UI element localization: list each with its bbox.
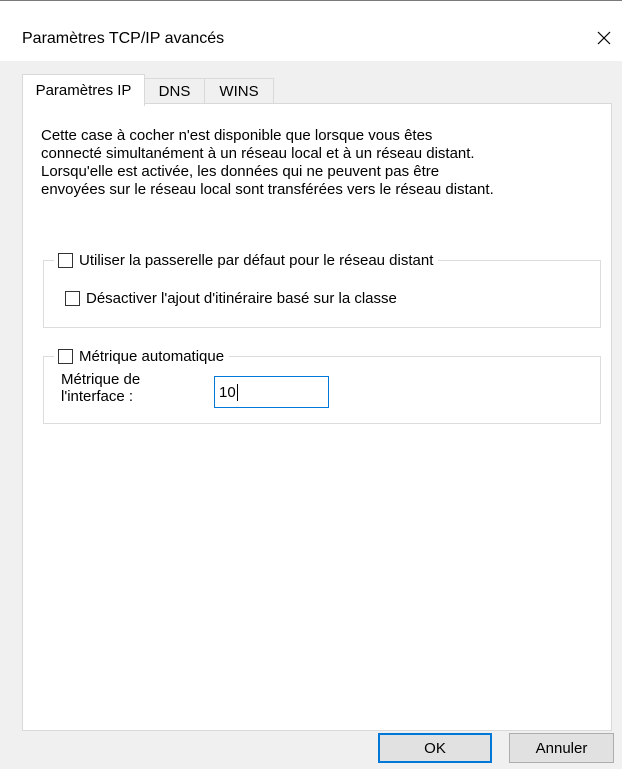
close-icon: [597, 31, 611, 45]
disable-class-route-label[interactable]: Désactiver l'ajout d'itinéraire basé sur…: [86, 290, 397, 307]
advanced-tcpip-settings-dialog: Paramètres TCP/IP avancés Paramètres IP …: [0, 0, 622, 769]
interface-metric-label: Métrique de l'interface :: [61, 371, 141, 405]
tab-wins[interactable]: WINS: [204, 78, 274, 103]
cancel-button-label: Annuler: [535, 739, 588, 757]
tab-label: Paramètres IP: [35, 82, 132, 99]
cancel-button[interactable]: Annuler: [509, 733, 614, 763]
metric-legend[interactable]: Métrique automatique: [54, 346, 230, 366]
tab-label: DNS: [158, 82, 191, 100]
interface-metric-input[interactable]: 10: [214, 376, 329, 408]
disable-class-route-row[interactable]: Désactiver l'ajout d'itinéraire basé sur…: [65, 288, 397, 308]
tab-dns[interactable]: DNS: [144, 78, 205, 103]
ok-button[interactable]: OK: [378, 733, 492, 763]
tab-panel-ip-settings: Cette case à cocher n'est disponible que…: [22, 103, 612, 731]
gateway-legend[interactable]: Utiliser la passerelle par défaut pour l…: [54, 250, 439, 270]
disable-class-route-checkbox[interactable]: [65, 290, 80, 306]
use-default-gateway-label[interactable]: Utiliser la passerelle par défaut pour l…: [79, 252, 433, 269]
text-caret: [236, 383, 238, 401]
use-default-gateway-checkbox[interactable]: [58, 252, 73, 268]
automatic-metric-checkbox[interactable]: [58, 348, 73, 364]
tab-ip-settings[interactable]: Paramètres IP: [22, 74, 145, 106]
title-bar[interactable]: Paramètres TCP/IP avancés: [0, 1, 622, 61]
dialog-title: Paramètres TCP/IP avancés: [22, 30, 225, 47]
description-text: Cette case à cocher n'est disponible que…: [41, 127, 494, 198]
automatic-metric-label[interactable]: Métrique automatique: [79, 348, 224, 365]
ok-button-label: OK: [424, 739, 446, 757]
close-button[interactable]: [586, 20, 622, 56]
interface-metric-value: 10: [219, 383, 236, 401]
tab-label: WINS: [219, 82, 259, 100]
